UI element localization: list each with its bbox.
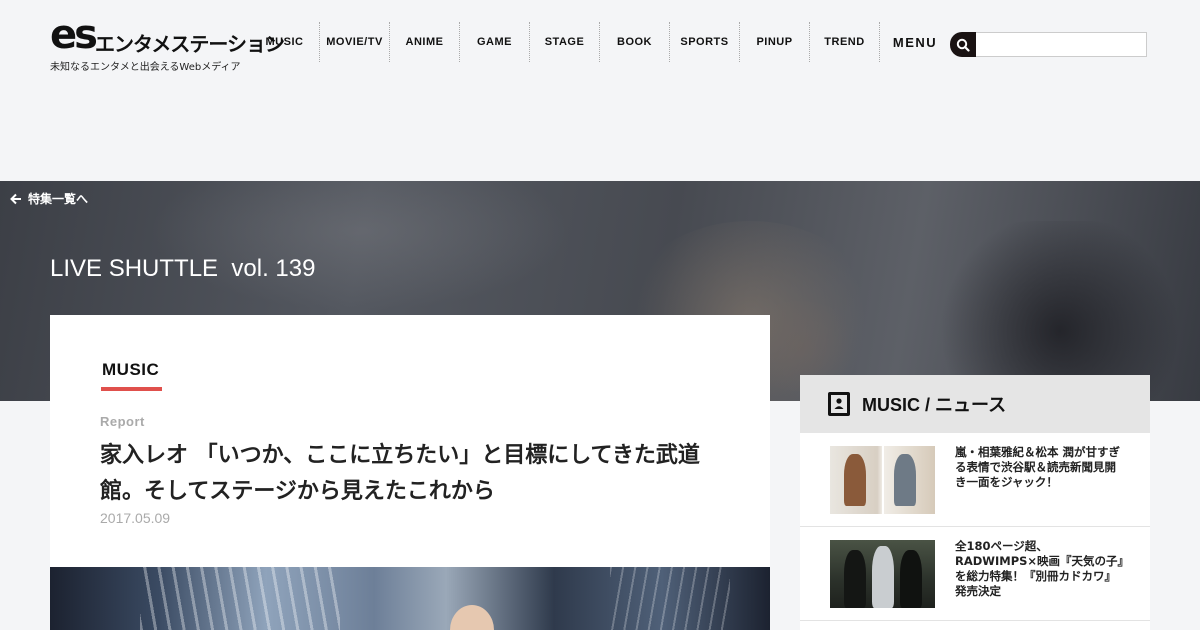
nav-item-anime[interactable]: ANIME [390,22,460,62]
main-nav: MUSIC MOVIE/TV ANIME GAME STAGE BOOK SPO… [250,22,950,62]
article-date: 2017.05.09 [100,510,171,526]
sidebar-header: MUSIC / ニュース [800,375,1150,433]
article-title: 家入レオ 「いつか、ここに立ちたい」と目標にしてきた武道館。そしてステージから見… [100,443,700,504]
back-link-label: 特集一覧へ [28,192,89,206]
category-underline [101,387,162,391]
site-header: es エンタメステーション 未知なるエンタメと出会えるWebメディア MUSIC… [0,0,1200,90]
back-to-features-link[interactable]: 特集一覧へ [10,190,88,207]
nav-item-movie-tv[interactable]: MOVIE/TV [320,22,390,62]
nav-item-book[interactable]: BOOK [600,22,670,62]
nav-item-sports[interactable]: SPORTS [670,22,740,62]
search-button[interactable] [950,32,976,57]
news-thumbnail [830,540,935,608]
article-type: Report [100,414,145,429]
hero-background-shape [930,221,1190,401]
hero-background-shape [150,181,570,311]
photo-performer [450,605,494,630]
news-list-item[interactable]: 全180ページ超、RADWIMPS×映画『天気の子』を総力特集！『別冊カドカワ』… [800,527,1150,621]
site-logo[interactable]: es エンタメステーション 未知なるエンタメと出会えるWebメディア [50,12,285,74]
news-list-item[interactable]: 嵐・相葉雅紀＆松本 潤が甘すぎる表情で渋谷駅＆読売新聞見開き一面をジャック！ [800,433,1150,527]
category-label[interactable]: MUSIC [102,360,159,380]
photo-stage-lights [140,567,340,630]
photo-stage-lights [610,567,730,630]
arrow-left-icon [10,193,21,204]
news-thumbnail [830,446,935,514]
nav-item-stage[interactable]: STAGE [530,22,600,62]
sidebar-news: MUSIC / ニュース 嵐・相葉雅紀＆松本 潤が甘すぎる表情で渋谷駅＆読売新聞… [800,375,1150,630]
nav-item-music[interactable]: MUSIC [250,22,320,62]
news-headline: 全180ページ超、RADWIMPS×映画『天気の子』を総力特集！『別冊カドカワ』… [955,539,1124,598]
news-headline: 嵐・相葉雅紀＆松本 潤が甘すぎる表情で渋谷駅＆読売新聞見開き一面をジャック！ [955,445,1121,489]
nav-item-trend[interactable]: TREND [810,22,880,62]
search-icon [956,38,970,52]
article-card: MUSIC Report 家入レオ 「いつか、ここに立ちたい」と目標にしてきた武… [50,315,770,567]
feature-title: LIVE SHUTTLE vol. 139 [50,255,316,282]
search-input[interactable] [976,32,1147,57]
nav-item-pinup[interactable]: PINUP [740,22,810,62]
logo-mark: es [50,12,98,58]
news-icon [828,392,850,416]
logo-tagline: 未知なるエンタメと出会えるWebメディア [50,62,241,73]
nav-item-menu[interactable]: MENU [880,22,950,62]
article-photo [50,567,770,630]
search-box [950,32,1147,57]
nav-item-game[interactable]: GAME [460,22,530,62]
sidebar-title: MUSIC / ニュース [862,395,1007,415]
